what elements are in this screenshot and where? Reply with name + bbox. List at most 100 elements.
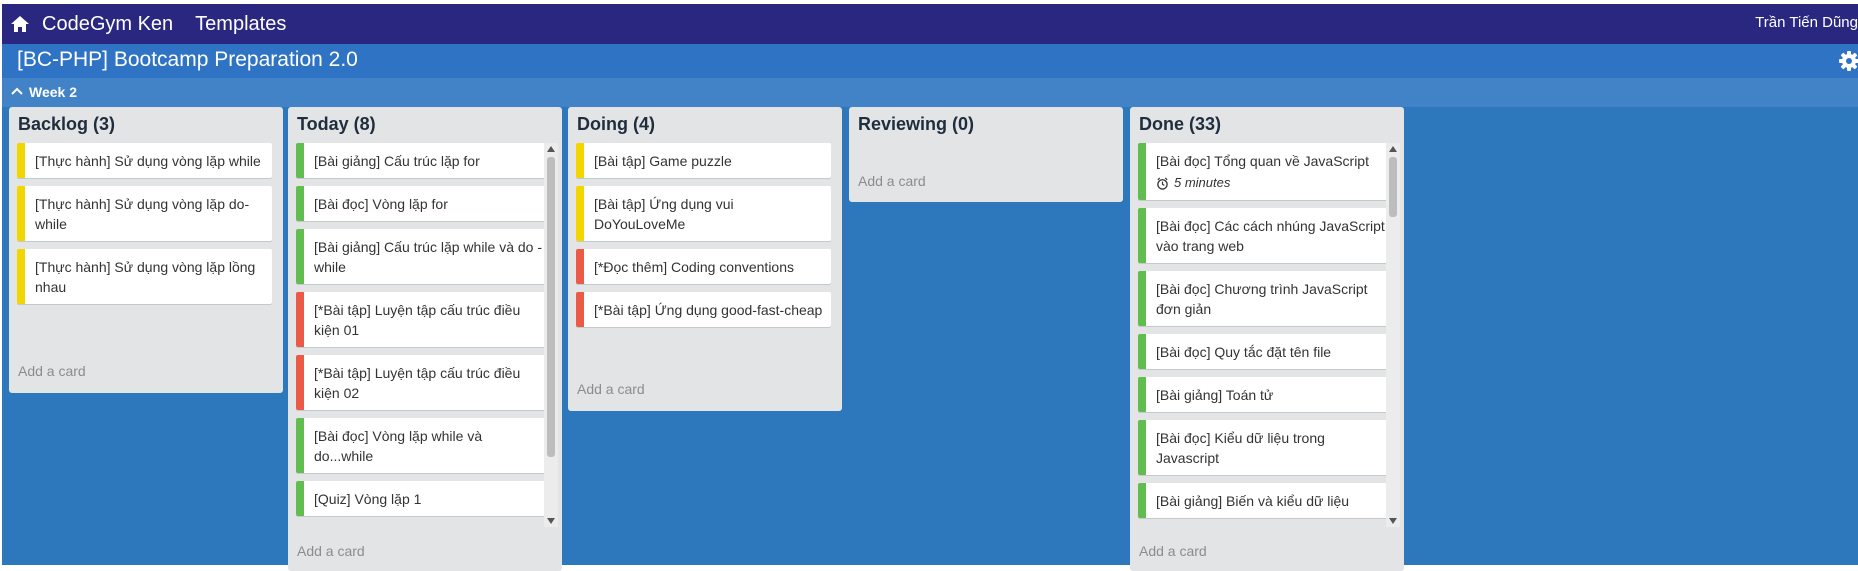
scroll-thumb[interactable] <box>547 157 555 457</box>
card-title: [Bài tập] Game puzzle <box>594 153 732 169</box>
home-icon[interactable] <box>8 12 32 36</box>
list-title[interactable]: Done (33) <box>1139 114 1221 135</box>
card[interactable]: [*Bài tập] Ứng dụng good-fast-cheap <box>576 292 831 327</box>
list-scrollbar[interactable] <box>544 143 558 527</box>
card-list: [Thực hành] Sử dụng vòng lặp while [Thực … <box>17 143 272 312</box>
card[interactable]: [Bài đọc] Các cách nhúng JavaScript vào … <box>1138 208 1393 263</box>
card-title: [Bài đọc] Quy tắc đặt tên file <box>1156 344 1332 360</box>
card-label-green <box>1138 420 1146 475</box>
list-backlog: Backlog (3) [Thực hành] Sử dụng vòng lặp … <box>9 107 283 393</box>
card-list: [Bài giảng] Cấu trúc lặp for [Bài đọc] Vò… <box>296 143 551 531</box>
chevron-up-icon[interactable] <box>10 85 24 99</box>
card-title: [Bài đọc] Các cách nhúng JavaScript vào … <box>1156 218 1385 254</box>
card-label-yellow <box>17 249 25 304</box>
card-label-green <box>1138 208 1146 263</box>
scroll-thumb[interactable] <box>1389 157 1397 217</box>
card-title: [Thực hành] Sử dụng vòng lặp do-while <box>35 196 250 232</box>
card[interactable]: [Bài tập] Game puzzle <box>576 143 831 178</box>
card-title: [Bài giảng] Toán tử <box>1156 387 1274 403</box>
user-name[interactable]: Trần Tiến Dũng <box>1755 14 1858 31</box>
card-label-green <box>1138 483 1146 518</box>
top-navbar: CodeGym Ken Templates Trần Tiến Dũng <box>2 4 1858 44</box>
card-title: [*Bài tập] Luyện tập cấu trúc điều kiện … <box>314 365 521 401</box>
list-title[interactable]: Backlog (3) <box>18 114 115 135</box>
card-label-yellow <box>17 143 25 178</box>
board-canvas: Week 2 Backlog (3) [Thực hành] Sử dụng vò… <box>2 78 1858 571</box>
card-list: [Bài đọc] Tổng quan về JavaScript 5 minut… <box>1138 143 1393 531</box>
card-title: [*Bài tập] Ứng dụng good-fast-cheap <box>594 302 823 318</box>
card-title: [Bài đọc] Vòng lặp while và do...while <box>314 428 483 464</box>
card-label-yellow <box>576 143 584 178</box>
group-label: Week 2 <box>29 84 77 100</box>
card-title: [Bài đọc] Chương trình JavaScript đơn gi… <box>1156 281 1368 317</box>
list-title[interactable]: Reviewing (0) <box>858 114 974 135</box>
add-card-button[interactable]: Add a card <box>858 173 926 189</box>
list-doing: Doing (4) [Bài tập] Game puzzle [Bài tập] … <box>568 107 842 411</box>
card-title: [Bài giảng] Cấu trúc lặp while và do - w… <box>314 239 543 275</box>
card[interactable]: [Bài đọc] Kiểu dữ liệu trong Javascript <box>1138 420 1393 475</box>
card[interactable]: [Bài đọc] Vòng lặp while và do...while <box>296 418 551 473</box>
card[interactable]: [*Đọc thêm] Coding conventions <box>576 249 831 284</box>
brand-link[interactable]: CodeGym Ken <box>42 13 173 36</box>
card-title: [Thực hành] Sử dụng vòng lặp while <box>35 153 261 169</box>
list-done: Done (33) [Bài đọc] Tổng quan về JavaScri… <box>1130 107 1404 571</box>
list-scrollbar[interactable] <box>1386 143 1400 527</box>
card-title: [Thực hành] Sử dụng vòng lặp lồng nhau <box>35 259 256 295</box>
card-label-green <box>1138 271 1146 326</box>
card[interactable]: [Quiz] Vòng lặp 1 <box>296 481 551 516</box>
card[interactable]: [*Bài tập] Luyện tập cấu trúc điều kiện … <box>296 355 551 410</box>
card[interactable]: [Thực hành] Sử dụng vòng lặp do-while <box>17 186 272 241</box>
card[interactable]: [Bài đọc] Vòng lặp for <box>296 186 551 221</box>
alarm-clock-icon <box>1157 177 1168 190</box>
card-label-red <box>576 249 584 284</box>
card[interactable]: [Bài giảng] Biến và kiểu dữ liệu <box>1138 483 1393 518</box>
card[interactable]: [Bài giảng] Toán tử <box>1138 377 1393 412</box>
card-label-red <box>576 292 584 327</box>
card-label-green <box>1138 334 1146 369</box>
add-card-button[interactable]: Add a card <box>18 363 86 379</box>
card-due: 5 minutes <box>1156 173 1385 193</box>
card-title: [Bài đọc] Tổng quan về JavaScript <box>1156 153 1369 169</box>
group-header[interactable]: Week 2 <box>2 78 1858 107</box>
scroll-down-icon[interactable] <box>1386 515 1400 527</box>
card-label-green <box>296 186 304 221</box>
card-title: [Bài giảng] Biến và kiểu dữ liệu <box>1156 493 1350 509</box>
add-card-button[interactable]: Add a card <box>1139 543 1207 559</box>
gear-icon[interactable] <box>1838 49 1858 73</box>
list-title[interactable]: Doing (4) <box>577 114 655 135</box>
scroll-up-icon[interactable] <box>1386 143 1400 155</box>
scroll-up-icon[interactable] <box>544 143 558 155</box>
list-today: Today (8) [Bài giảng] Cấu trúc lặp for [Bà… <box>288 107 562 571</box>
list-reviewing: Reviewing (0) Add a card <box>849 107 1123 202</box>
board-title[interactable]: [BC-PHP] Bootcamp Preparation 2.0 <box>17 48 358 72</box>
card[interactable]: [Thực hành] Sử dụng vòng lặp lồng nhau <box>17 249 272 304</box>
card[interactable]: [Bài tập] Ứng dụng vui DoYouLoveMe <box>576 186 831 241</box>
card[interactable]: [Bài đọc] Quy tắc đặt tên file <box>1138 334 1393 369</box>
card[interactable]: [Bài đọc] Chương trình JavaScript đơn gi… <box>1138 271 1393 326</box>
card-title: [Bài tập] Ứng dụng vui DoYouLoveMe <box>594 196 734 232</box>
card-label-green <box>1138 143 1146 200</box>
card[interactable]: [Bài giảng] Cấu trúc lặp while và do - w… <box>296 229 551 284</box>
card-label-red <box>296 355 304 410</box>
card-title: [Bài đọc] Kiểu dữ liệu trong Javascript <box>1156 430 1325 466</box>
card[interactable]: [Thực hành] Sử dụng vòng lặp while <box>17 143 272 178</box>
add-card-button[interactable]: Add a card <box>297 543 365 559</box>
card-label-red <box>296 292 304 347</box>
card-title: [Bài đọc] Vòng lặp for <box>314 196 448 212</box>
card-label-green <box>296 229 304 284</box>
card[interactable]: [Bài giảng] Cấu trúc lặp for <box>296 143 551 178</box>
list-title[interactable]: Today (8) <box>297 114 376 135</box>
scroll-down-icon[interactable] <box>544 515 558 527</box>
card-label-yellow <box>17 186 25 241</box>
card-title: [*Bài tập] Luyện tập cấu trúc điều kiện … <box>314 302 521 338</box>
app-window: CodeGym Ken Templates Trần Tiến Dũng [BC… <box>0 0 1858 571</box>
card-list: [Bài tập] Game puzzle [Bài tập] Ứng dụng … <box>576 143 831 335</box>
add-card-button[interactable]: Add a card <box>577 381 645 397</box>
card[interactable]: [*Bài tập] Luyện tập cấu trúc điều kiện … <box>296 292 551 347</box>
card-due-text: 5 minutes <box>1174 175 1231 190</box>
card-label-green <box>296 418 304 473</box>
card[interactable]: [Bài đọc] Tổng quan về JavaScript 5 minut… <box>1138 143 1393 200</box>
templates-link[interactable]: Templates <box>195 13 286 36</box>
card-label-green <box>1138 377 1146 412</box>
board-header: [BC-PHP] Bootcamp Preparation 2.0 <box>2 44 1858 78</box>
